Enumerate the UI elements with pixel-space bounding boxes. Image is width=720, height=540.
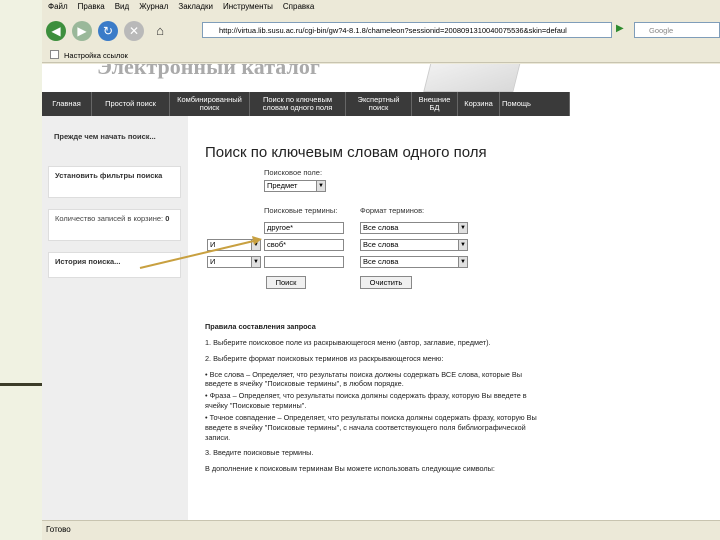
- reload-icon[interactable]: ↻: [98, 20, 118, 41]
- sidebar: Прежде чем начать поиск... Установить фи…: [42, 116, 188, 520]
- format-label: Формат терминов:: [360, 206, 425, 215]
- sidebar-cart-count: Количество записей в корзине: 0: [48, 209, 181, 241]
- search-field-select[interactable]: Предмет ▼: [264, 180, 326, 192]
- envelope-graphic: [423, 64, 523, 92]
- left-margin-strip: [0, 0, 42, 540]
- menu-bookmarks[interactable]: Закладки: [178, 2, 213, 11]
- query-rules: Правила составления запроса 1. Выберите …: [205, 322, 545, 480]
- rule-1: 1. Выберите поисковое поле из раскрывающ…: [205, 337, 491, 347]
- browser-window: Файл Правка Вид Журнал Закладки Инструме…: [42, 0, 720, 540]
- sidebar-history[interactable]: История поиска...: [48, 252, 181, 278]
- page-title: Поиск по ключевым словам одного поля: [205, 144, 487, 161]
- nav-external-db[interactable]: Внешние БД: [412, 92, 458, 116]
- term-input-1[interactable]: другое*: [264, 222, 344, 234]
- menu-bar: Файл Правка Вид Журнал Закладки Инструме…: [42, 0, 720, 13]
- stop-icon[interactable]: ✕: [124, 20, 144, 41]
- nav-keyword-search[interactable]: Поиск по ключевым словам одного поля: [250, 92, 346, 116]
- address-bar[interactable]: http://virtua.lib.susu.ac.ru/cgi-bin/gw?…: [202, 22, 612, 38]
- dropdown-arrow-icon: ▼: [458, 257, 467, 267]
- dropdown-arrow-icon: ▼: [458, 223, 467, 233]
- nav-simple-search[interactable]: Простой поиск: [92, 92, 170, 116]
- forward-arrow-icon[interactable]: ▶: [72, 20, 92, 41]
- bookmark-item[interactable]: Настройка ссылок: [64, 51, 128, 60]
- nav-expert-search[interactable]: Экспертный поиск: [346, 92, 412, 116]
- menu-file[interactable]: Файл: [48, 2, 68, 11]
- rules-title: Правила составления запроса: [205, 322, 316, 331]
- status-bar: Готово: [42, 520, 720, 540]
- rule-phrase: • Фраза – Определяет, что результаты пои…: [205, 391, 527, 411]
- format-select-3[interactable]: Все слова ▼: [360, 256, 468, 268]
- site-nav: Главная Простой поиск Комбинированный по…: [42, 92, 570, 116]
- rule-2: 2. Выберите формат поисковых терминов из…: [205, 353, 444, 363]
- back-arrow-icon[interactable]: ◀: [46, 20, 66, 41]
- menu-history[interactable]: Журнал: [139, 2, 168, 11]
- format-select-1[interactable]: Все слова ▼: [360, 222, 468, 234]
- sidebar-set-filters[interactable]: Установить фильтры поиска: [48, 166, 181, 198]
- left-margin-rule: [0, 383, 42, 386]
- search-input[interactable]: Google: [634, 22, 720, 38]
- menu-view[interactable]: Вид: [115, 2, 129, 11]
- home-icon[interactable]: ⌂: [150, 20, 170, 41]
- rule-exact: • Точное совпадение – Определяет, что ре…: [205, 412, 537, 442]
- menu-tools[interactable]: Инструменты: [223, 2, 273, 11]
- go-arrow-icon[interactable]: ▶: [616, 23, 628, 37]
- operator-select-2[interactable]: И ▼: [207, 239, 261, 251]
- operator-select-3[interactable]: И ▼: [207, 256, 261, 268]
- nav-cart[interactable]: Корзина: [458, 92, 500, 116]
- sidebar-before-search[interactable]: Прежде чем начать поиск...: [48, 128, 181, 162]
- bookmarks-bar: Настройка ссылок: [42, 47, 720, 63]
- terms-label: Поисковые термины:: [264, 206, 338, 215]
- search-page: Прежде чем начать поиск... Установить фи…: [42, 116, 570, 520]
- format-select-2[interactable]: Все слова ▼: [360, 239, 468, 251]
- dropdown-arrow-icon: ▼: [251, 257, 260, 267]
- rule-symbols: В дополнение к поисковым терминам Вы мож…: [205, 464, 495, 474]
- dropdown-arrow-icon: ▼: [458, 240, 467, 250]
- search-button[interactable]: Поиск: [266, 276, 306, 289]
- page-viewport: Электронный каталог Главная Простой поис…: [42, 64, 720, 520]
- nav-combined-search[interactable]: Комбинированный поиск: [170, 92, 250, 116]
- page-right-area: [570, 92, 720, 520]
- search-field-label: Поисковое поле:: [264, 168, 323, 177]
- menu-edit[interactable]: Правка: [78, 2, 105, 11]
- dropdown-arrow-icon: ▼: [251, 240, 260, 250]
- term-input-3[interactable]: [264, 256, 344, 268]
- nav-home[interactable]: Главная: [42, 92, 92, 116]
- rule-all-words: • Все слова – Определяет, что результаты…: [205, 369, 523, 389]
- nav-help[interactable]: Помощь: [500, 92, 570, 116]
- clear-button[interactable]: Очистить: [360, 276, 412, 289]
- cart-count: 0: [165, 214, 170, 223]
- dropdown-arrow-icon: ▼: [316, 181, 325, 191]
- rule-3: 3. Введите поисковые термины.: [205, 448, 314, 458]
- term-input-2[interactable]: своб*: [264, 239, 344, 251]
- menu-help[interactable]: Справка: [283, 2, 314, 11]
- catalog-title: Электронный каталог: [97, 64, 320, 79]
